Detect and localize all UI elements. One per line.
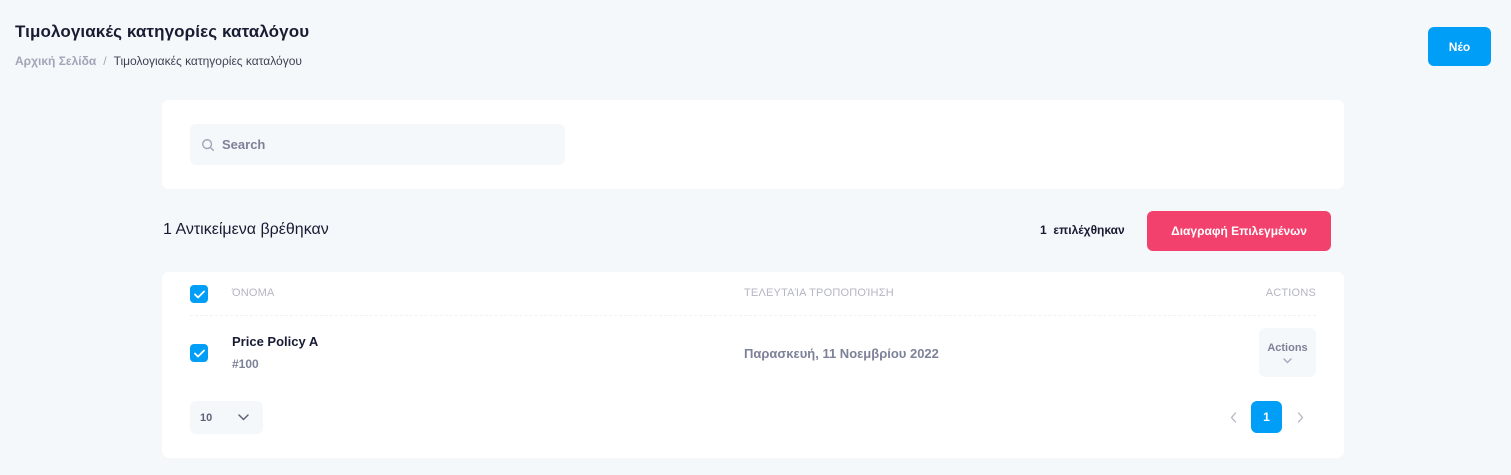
column-header-modified[interactable]: ΤΕΛΕΥΤΑΊΑ ΤΡΟΠΟΠΟΊΗΣΗ	[744, 287, 894, 299]
new-button[interactable]: Νέο	[1428, 27, 1491, 66]
row-actions-label: Actions	[1267, 341, 1308, 354]
data-table: ΌΝΟΜΑ ΤΕΛΕΥΤΑΊΑ ΤΡΟΠΟΠΟΊΗΣΗ ACTIONS Pric…	[162, 272, 1344, 458]
header-divider	[190, 315, 1316, 316]
search-input[interactable]	[222, 137, 542, 152]
chevron-down-icon	[1283, 357, 1292, 363]
selected-count-number: 1	[1040, 223, 1047, 237]
row-checkbox[interactable]	[190, 344, 208, 362]
chevron-left-icon	[1230, 411, 1236, 423]
column-header-actions: ACTIONS	[1265, 287, 1316, 299]
page-button-current[interactable]: 1	[1251, 401, 1282, 433]
page-header: Τιμολογιακές κατηγορίες καταλόγου Αρχική…	[15, 22, 309, 68]
check-icon	[193, 290, 205, 298]
delete-selected-button[interactable]: Διαγραφή Επιλεγμένων	[1147, 211, 1331, 251]
column-header-name[interactable]: ΌΝΟΜΑ	[232, 287, 275, 299]
search-box[interactable]	[190, 124, 565, 165]
search-icon	[202, 138, 215, 151]
select-all-checkbox[interactable]	[190, 285, 208, 303]
breadcrumb-current: Τιμολογιακές κατηγορίες καταλόγου	[113, 54, 302, 68]
selected-count: 1 επιλέχθηκαν	[1040, 223, 1125, 237]
breadcrumb-home-link[interactable]: Αρχική Σελίδα	[15, 54, 96, 68]
row-code: #100	[232, 357, 259, 371]
page-size-select[interactable]: 10	[190, 401, 263, 434]
prev-page-button[interactable]	[1217, 401, 1249, 433]
next-page-button[interactable]	[1284, 401, 1316, 433]
row-name[interactable]: Price Policy A	[232, 334, 318, 349]
page-title: Τιμολογιακές κατηγορίες καταλόγου	[15, 22, 310, 41]
row-modified-date: Παρασκευή, 11 Νοεμβρίου 2022	[744, 346, 939, 361]
chevron-down-icon	[238, 414, 249, 421]
selected-count-label: επιλέχθηκαν	[1053, 223, 1125, 237]
breadcrumb-separator: /	[103, 54, 107, 68]
chevron-right-icon	[1297, 411, 1303, 423]
pagination: 1	[1217, 401, 1316, 433]
page-size-value: 10	[200, 411, 213, 424]
check-icon	[193, 349, 205, 357]
row-actions-button[interactable]: Actions	[1259, 328, 1316, 377]
breadcrumb: Αρχική Σελίδα / Τιμολογιακές κατηγορίες …	[15, 54, 309, 68]
results-count: 1 Αντικείμενα βρέθηκαν	[163, 221, 329, 238]
search-card	[162, 100, 1344, 189]
